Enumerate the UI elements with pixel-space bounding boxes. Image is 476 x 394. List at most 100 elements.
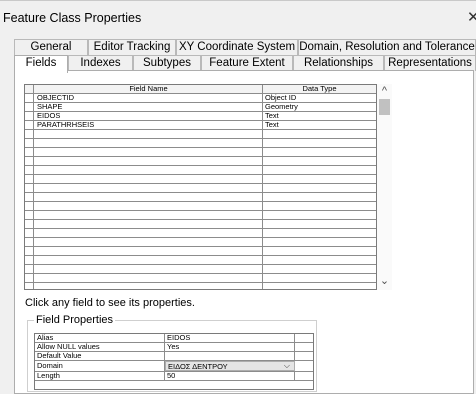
- data-type-cell[interactable]: [263, 157, 376, 165]
- column-header-field-name[interactable]: Field Name: [35, 85, 263, 93]
- row-selector[interactable]: [25, 193, 34, 201]
- row-selector[interactable]: [25, 211, 34, 219]
- empty-table-row[interactable]: [25, 274, 376, 283]
- field-name-cell[interactable]: [35, 220, 263, 228]
- empty-table-row[interactable]: [25, 229, 376, 238]
- empty-table-row[interactable]: [25, 139, 376, 148]
- field-name-cell[interactable]: [35, 283, 263, 289]
- table-row[interactable]: SHAPE Geometry: [25, 103, 376, 112]
- empty-table-row[interactable]: [25, 202, 376, 211]
- tab-general[interactable]: General: [14, 39, 88, 55]
- data-type-cell[interactable]: [263, 211, 376, 219]
- empty-table-row[interactable]: [25, 211, 376, 220]
- data-type-cell[interactable]: Object ID: [263, 94, 376, 102]
- table-row[interactable]: OBJECTID Object ID: [25, 94, 376, 103]
- row-selector[interactable]: [25, 283, 34, 289]
- data-type-cell[interactable]: [263, 265, 376, 273]
- empty-table-row[interactable]: [25, 184, 376, 193]
- field-name-cell[interactable]: EIDOS: [35, 112, 263, 120]
- row-selector[interactable]: [25, 238, 34, 246]
- field-name-cell[interactable]: [35, 148, 263, 156]
- scroll-down-icon[interactable]: ⌄: [377, 274, 392, 288]
- row-selector[interactable]: [25, 103, 34, 111]
- row-selector[interactable]: [25, 130, 34, 138]
- empty-table-row[interactable]: [25, 157, 376, 166]
- row-selector[interactable]: [25, 247, 34, 255]
- data-type-cell[interactable]: [263, 148, 376, 156]
- data-type-cell[interactable]: [263, 139, 376, 147]
- data-type-cell[interactable]: Geometry: [263, 103, 376, 111]
- tab-feature-extent[interactable]: Feature Extent: [201, 55, 293, 71]
- field-name-cell[interactable]: OBJECTID: [35, 94, 263, 102]
- field-name-cell[interactable]: [35, 238, 263, 246]
- field-name-cell[interactable]: [35, 274, 263, 282]
- empty-table-row[interactable]: [25, 265, 376, 274]
- empty-table-row[interactable]: [25, 148, 376, 157]
- domain-select[interactable]: ΕΙΔΟΣ ΔΕΝΤΡΟΥ ⌵: [165, 361, 295, 371]
- tab-editor-tracking[interactable]: Editor Tracking: [88, 39, 176, 55]
- field-name-cell[interactable]: [35, 130, 263, 138]
- field-name-cell[interactable]: SHAPE: [35, 103, 263, 111]
- row-selector[interactable]: [25, 256, 34, 264]
- tab-domain-resolution-tolerance[interactable]: Domain, Resolution and Tolerance: [298, 39, 476, 55]
- tab-xy-coordinate-system[interactable]: XY Coordinate System: [176, 39, 298, 55]
- data-type-cell[interactable]: Text: [263, 121, 376, 129]
- empty-table-row[interactable]: [25, 238, 376, 247]
- empty-table-row[interactable]: [25, 166, 376, 175]
- tab-subtypes[interactable]: Subtypes: [133, 55, 201, 71]
- row-selector[interactable]: [25, 175, 34, 183]
- field-name-cell[interactable]: [35, 256, 263, 264]
- empty-table-row[interactable]: [25, 130, 376, 139]
- data-type-cell[interactable]: [263, 247, 376, 255]
- row-selector[interactable]: [25, 94, 34, 102]
- field-name-cell[interactable]: [35, 175, 263, 183]
- data-type-cell[interactable]: [263, 175, 376, 183]
- data-type-cell[interactable]: [263, 202, 376, 210]
- empty-table-row[interactable]: [25, 283, 376, 289]
- field-name-cell[interactable]: [35, 193, 263, 201]
- data-type-cell[interactable]: [263, 220, 376, 228]
- empty-table-row[interactable]: [25, 193, 376, 202]
- field-name-cell[interactable]: [35, 157, 263, 165]
- row-selector[interactable]: [25, 229, 34, 237]
- allow-null-value[interactable]: Yes: [165, 343, 295, 351]
- row-selector[interactable]: [25, 166, 34, 174]
- data-type-cell[interactable]: [263, 274, 376, 282]
- row-selector[interactable]: [25, 202, 34, 210]
- default-value-field[interactable]: [165, 352, 295, 360]
- field-name-cell[interactable]: [35, 166, 263, 174]
- data-type-cell[interactable]: [263, 193, 376, 201]
- table-row[interactable]: PARATHRHSEIS Text: [25, 121, 376, 130]
- field-name-cell[interactable]: PARATHRHSEIS: [35, 121, 263, 129]
- row-selector[interactable]: [25, 139, 34, 147]
- tab-representations[interactable]: Representations: [384, 55, 476, 71]
- field-name-cell[interactable]: [35, 202, 263, 210]
- row-selector[interactable]: [25, 148, 34, 156]
- tab-relationships[interactable]: Relationships: [293, 55, 384, 71]
- tab-fields[interactable]: Fields: [14, 55, 68, 73]
- field-name-cell[interactable]: [35, 139, 263, 147]
- empty-table-row[interactable]: [25, 175, 376, 184]
- row-selector[interactable]: [25, 274, 34, 282]
- field-name-cell[interactable]: [35, 229, 263, 237]
- empty-table-row[interactable]: [25, 220, 376, 229]
- row-selector[interactable]: [25, 220, 34, 228]
- row-selector[interactable]: [25, 112, 34, 120]
- data-type-cell[interactable]: [263, 256, 376, 264]
- data-type-cell[interactable]: [263, 229, 376, 237]
- table-scrollbar[interactable]: ^ ⌄: [377, 84, 392, 290]
- data-type-cell[interactable]: Text: [263, 112, 376, 120]
- empty-table-row[interactable]: [25, 256, 376, 265]
- field-name-cell[interactable]: [35, 265, 263, 273]
- empty-table-row[interactable]: [25, 247, 376, 256]
- field-name-cell[interactable]: [35, 184, 263, 192]
- scrollbar-thumb[interactable]: [379, 99, 390, 115]
- row-selector[interactable]: [25, 121, 34, 129]
- tab-indexes[interactable]: Indexes: [68, 55, 133, 71]
- data-type-cell[interactable]: [263, 283, 376, 289]
- row-selector[interactable]: [25, 157, 34, 165]
- data-type-cell[interactable]: [263, 166, 376, 174]
- chevron-down-icon[interactable]: ⌵: [284, 362, 290, 370]
- row-selector[interactable]: [25, 184, 34, 192]
- close-icon[interactable]: ✕: [467, 8, 476, 26]
